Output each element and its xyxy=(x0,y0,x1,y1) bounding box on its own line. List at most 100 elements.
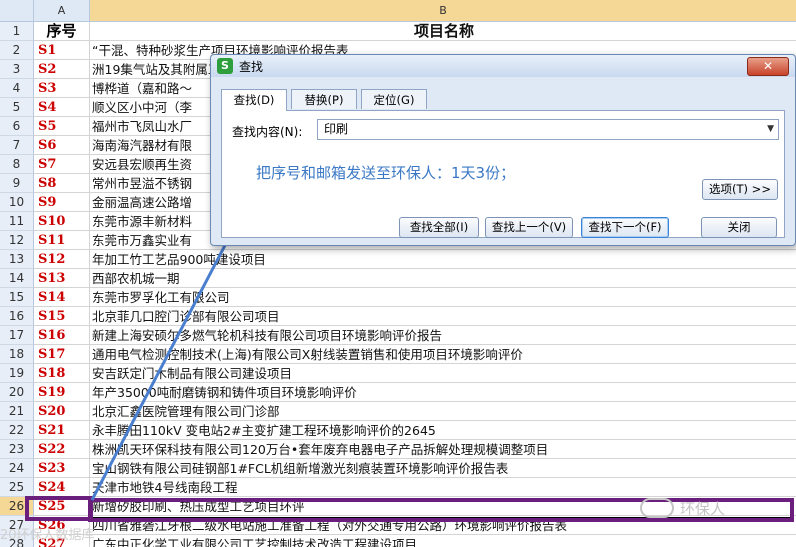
options-button[interactable]: 选项(T) >> xyxy=(702,179,778,200)
project-name-header[interactable]: 项目名称 xyxy=(90,22,796,41)
row-number[interactable]: 24 xyxy=(0,459,34,478)
row-number[interactable]: 3 xyxy=(0,60,34,79)
serial-cell[interactable]: S17 xyxy=(34,345,90,364)
table-row: 19 S18 安吉跃定门木制品有限公司建设项目 xyxy=(0,364,796,383)
find-content-value: 印刷 xyxy=(324,122,349,136)
project-name-cell[interactable]: 广东中正化学工业有限公司工艺控制技术改造工程建设项目 xyxy=(90,535,796,547)
find-previous-button[interactable]: 查找上一个(V) xyxy=(485,217,573,238)
serial-cell[interactable]: S18 xyxy=(34,364,90,383)
row-number[interactable]: 12 xyxy=(0,231,34,250)
row-number[interactable]: 21 xyxy=(0,402,34,421)
table-row: 21 S20 北京汇鑫医院管理有限公司门诊部 xyxy=(0,402,796,421)
table-row: 13 S12 年加工竹工艺品900吨建设项目 xyxy=(0,250,796,269)
project-name-cell[interactable]: 年加工竹工艺品900吨建设项目 xyxy=(90,250,796,269)
find-content-input[interactable]: 印刷 ▼ xyxy=(317,119,779,140)
row-number[interactable]: 9 xyxy=(0,174,34,193)
row-number[interactable]: 6 xyxy=(0,117,34,136)
serial-cell[interactable]: S19 xyxy=(34,383,90,402)
row-number[interactable]: 17 xyxy=(0,326,34,345)
close-icon[interactable]: ✕ xyxy=(747,57,789,76)
serial-cell[interactable]: S23 xyxy=(34,459,90,478)
table-row: 25 S24 天津市地铁4号线南段工程 xyxy=(0,478,796,497)
serial-highlight-box xyxy=(25,496,93,521)
serial-cell[interactable]: S12 xyxy=(34,250,90,269)
promo-note: 把序号和邮箱发送至环保人：1天3份； xyxy=(256,164,516,182)
serial-cell[interactable]: S14 xyxy=(34,288,90,307)
find-all-button[interactable]: 查找全部(I) xyxy=(399,217,479,238)
row-number[interactable]: 11 xyxy=(0,212,34,231)
serial-cell[interactable]: S6 xyxy=(34,136,90,155)
project-name-cell[interactable]: 新建上海安硕尔多燃气轮机科技有限公司项目环境影响评价报告 xyxy=(90,326,796,345)
serial-cell[interactable]: S8 xyxy=(34,174,90,193)
serial-cell[interactable]: S13 xyxy=(34,269,90,288)
serial-cell[interactable]: S24 xyxy=(34,478,90,497)
serial-cell[interactable]: S10 xyxy=(34,212,90,231)
project-name-cell[interactable]: 永丰腾田110kV 变电站2#主变扩建工程环境影响评价的2645 xyxy=(90,421,796,440)
header-row: 1 序号 项目名称 xyxy=(0,22,796,41)
row-number[interactable]: 20 xyxy=(0,383,34,402)
serial-cell[interactable]: S7 xyxy=(34,155,90,174)
project-name-cell[interactable]: 通用电气检测控制技术(上海)有限公司X射线装置销售和使用项目环境影响评价 xyxy=(90,345,796,364)
row-number[interactable]: 16 xyxy=(0,307,34,326)
serial-cell[interactable]: S9 xyxy=(34,193,90,212)
table-row: 23 S22 株洲凯天环保科技有限公司120万台•套年废弃电器电子产品拆解处理规模调… xyxy=(0,440,796,459)
find-next-button[interactable]: 查找下一个(F) xyxy=(581,217,669,238)
project-name-cell[interactable]: 安吉跃定门木制品有限公司建设项目 xyxy=(90,364,796,383)
project-name-cell[interactable]: 北京汇鑫医院管理有限公司门诊部 xyxy=(90,402,796,421)
row-number[interactable]: 22 xyxy=(0,421,34,440)
serial-cell[interactable]: S2 xyxy=(34,60,90,79)
project-name-cell[interactable]: 株洲凯天环保科技有限公司120万台•套年废弃电器电子产品拆解处理规模调整项目 xyxy=(90,440,796,459)
project-name-cell[interactable]: 宝山钢铁有限公司硅钢部1#FCL机组新增激光刻痕装置环境影响评价报告表 xyxy=(90,459,796,478)
serial-cell[interactable]: S11 xyxy=(34,231,90,250)
project-name-cell[interactable]: 天津市地铁4号线南段工程 xyxy=(90,478,796,497)
serial-cell[interactable]: S16 xyxy=(34,326,90,345)
serial-cell[interactable]: S3 xyxy=(34,79,90,98)
chevron-down-icon[interactable]: ▼ xyxy=(767,120,774,139)
project-name-cell[interactable]: 东莞市罗孚化工有限公司 xyxy=(90,288,796,307)
row-number[interactable]: 8 xyxy=(0,155,34,174)
serial-cell[interactable]: S20 xyxy=(34,402,90,421)
project-name-cell[interactable]: 西部农机城一期 xyxy=(90,269,796,288)
wps-app-icon: S xyxy=(217,58,233,74)
serial-cell[interactable]: S22 xyxy=(34,440,90,459)
project-name-cell[interactable]: 年产35000吨耐磨铸钢和铸件项目环境影响评价 xyxy=(90,383,796,402)
table-row: 28 S27 广东中正化学工业有限公司工艺控制技术改造工程建设项目 xyxy=(0,535,796,547)
column-header-b[interactable]: B xyxy=(90,0,796,22)
dialog-titlebar[interactable]: S 查找 ✕ xyxy=(211,55,795,77)
serial-cell[interactable]: S4 xyxy=(34,98,90,117)
serial-cell[interactable]: S5 xyxy=(34,117,90,136)
watermark-right: 环保人 xyxy=(640,498,790,518)
table-row: 15 S14 东莞市罗孚化工有限公司 xyxy=(0,288,796,307)
row-number[interactable]: 7 xyxy=(0,136,34,155)
serial-cell[interactable]: S15 xyxy=(34,307,90,326)
column-header-a[interactable]: A xyxy=(34,0,90,22)
row-number[interactable]: 5 xyxy=(0,98,34,117)
tab-replace[interactable]: 替换(P) xyxy=(291,89,357,109)
serial-cell[interactable]: S21 xyxy=(34,421,90,440)
close-button[interactable]: 关闭 xyxy=(701,217,777,238)
row-number[interactable]: 19 xyxy=(0,364,34,383)
find-dialog: S 查找 ✕ 查找(D) 替换(P) 定位(G) 查找内容(N): 印刷 ▼ 把… xyxy=(210,54,796,246)
find-content-label: 查找内容(N): xyxy=(232,125,303,139)
table-row: 24 S23 宝山钢铁有限公司硅钢部1#FCL机组新增激光刻痕装置环境影响评价报告表 xyxy=(0,459,796,478)
row-number[interactable]: 15 xyxy=(0,288,34,307)
table-row: 22 S21 永丰腾田110kV 变电站2#主变扩建工程环境影响评价的2645 xyxy=(0,421,796,440)
row-number[interactable]: 23 xyxy=(0,440,34,459)
row-number[interactable]: 14 xyxy=(0,269,34,288)
row-number[interactable]: 18 xyxy=(0,345,34,364)
row-number[interactable]: 10 xyxy=(0,193,34,212)
row-number[interactable]: 25 xyxy=(0,478,34,497)
table-row: 20 S19 年产35000吨耐磨铸钢和铸件项目环境影响评价 xyxy=(0,383,796,402)
tab-goto[interactable]: 定位(G) xyxy=(361,89,427,109)
serial-cell[interactable]: S1 xyxy=(34,41,90,60)
select-all-corner[interactable] xyxy=(0,0,34,22)
dialog-title: 查找 xyxy=(239,60,264,74)
row-number[interactable]: 1 xyxy=(0,22,34,41)
tab-find[interactable]: 查找(D) xyxy=(221,89,287,111)
watermark-right-text: 环保人 xyxy=(680,500,726,518)
serial-header[interactable]: 序号 xyxy=(34,22,90,41)
row-number[interactable]: 2 xyxy=(0,41,34,60)
project-name-cell[interactable]: 北京菲几口腔门诊部有限公司项目 xyxy=(90,307,796,326)
row-number[interactable]: 13 xyxy=(0,250,34,269)
row-number[interactable]: 4 xyxy=(0,79,34,98)
